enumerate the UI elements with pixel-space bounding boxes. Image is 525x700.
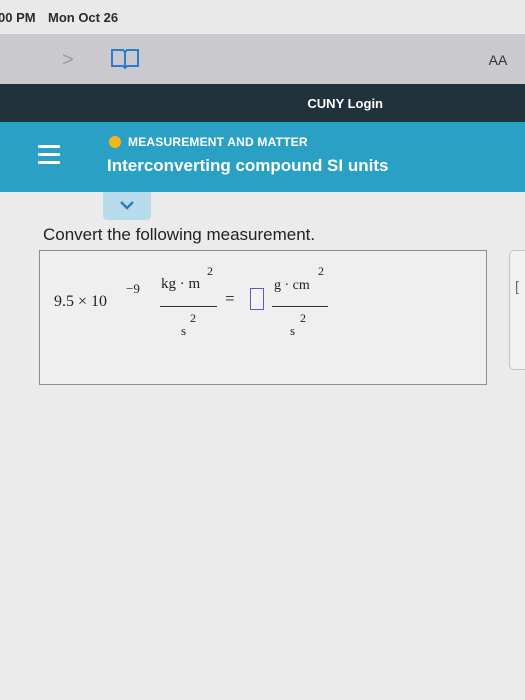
book-icon[interactable] [110, 47, 140, 70]
status-time: 00 PM [0, 10, 36, 25]
login-link[interactable]: CUNY Login [307, 96, 383, 111]
progress-status-dot [109, 136, 121, 148]
from-units-denominator-exponent: 2 [190, 311, 196, 325]
from-units-numerator-exponent: 2 [207, 264, 213, 278]
status-date: Mon Oct 26 [48, 10, 119, 25]
to-units-numerator: g · cm [274, 278, 310, 293]
question-instruction: Convert the following measurement. [43, 225, 316, 244]
menu-icon[interactable] [38, 145, 60, 167]
to-units-denominator: s [290, 323, 296, 338]
browser-toolbar: > AA [0, 34, 525, 84]
chevron-right-icon[interactable]: > [62, 49, 74, 72]
to-units-numerator-exponent: 2 [318, 264, 324, 278]
fraction-bar [272, 306, 328, 307]
equals-sign: = [225, 289, 235, 308]
expand-button[interactable] [103, 192, 151, 220]
text-size-button[interactable]: AA [476, 47, 520, 73]
answer-area: 9.5 × 10 −9 kg · m 2 2 s = g · cm 2 2 s [39, 250, 487, 385]
to-units-denominator-exponent: 2 [300, 311, 306, 325]
site-header: CUNY Login [0, 84, 525, 122]
bracket-icon: [ [515, 278, 519, 294]
from-units-numerator: kg · m [161, 276, 201, 292]
coefficient: 9.5 × 10 [54, 293, 108, 310]
chevron-down-icon [120, 201, 134, 210]
answer-input[interactable] [250, 288, 264, 310]
topic-title: Interconverting compound SI units [107, 156, 389, 175]
topic-category: MEASUREMENT AND MATTER [128, 135, 308, 149]
topic-bar: MEASUREMENT AND MATTER Interconverting c… [0, 122, 525, 192]
side-tools-panel[interactable]: [ [509, 250, 525, 370]
status-bar: 00 PM Mon Oct 26 [0, 0, 525, 34]
power-of-ten-exponent: −9 [126, 281, 140, 296]
fraction-bar [160, 306, 217, 307]
from-units-denominator: s [181, 323, 187, 338]
